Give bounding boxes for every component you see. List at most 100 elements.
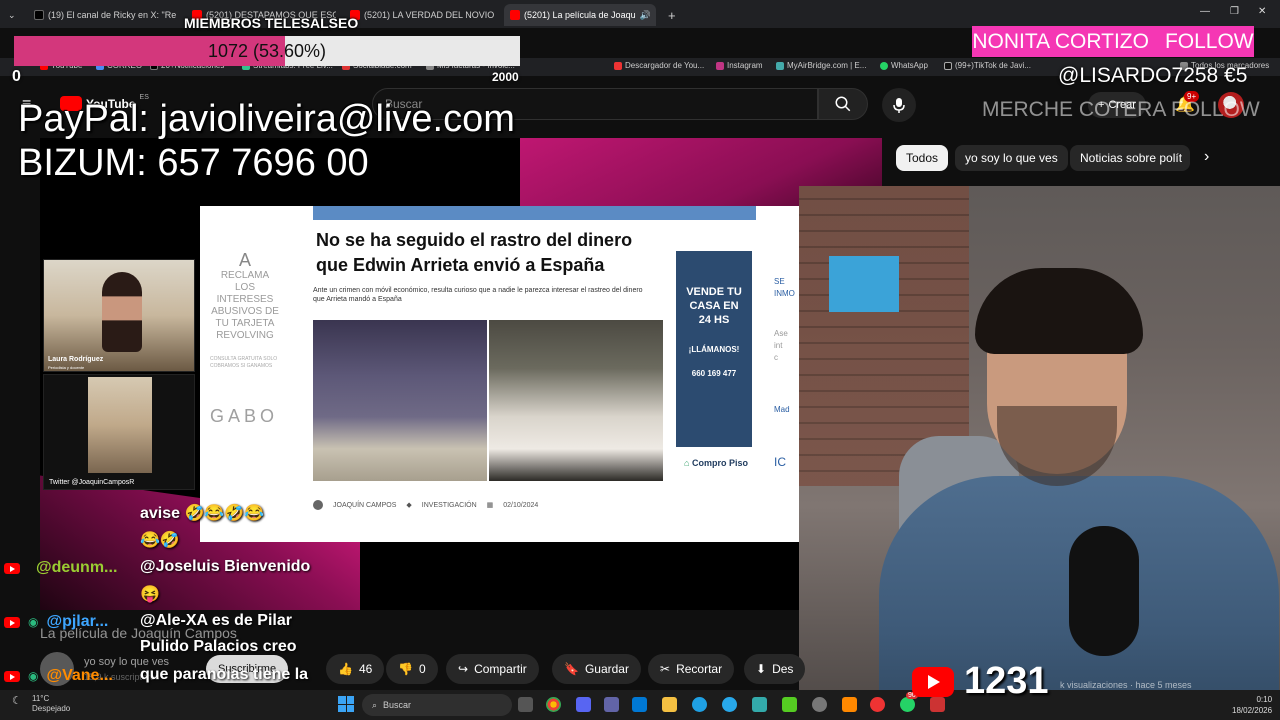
weather-widget[interactable]: ☾ 11°C Despejado bbox=[12, 694, 70, 714]
right-ad: VENDE TU CASA EN 24 HS ¡LLÁMANOS! 660 16… bbox=[676, 251, 752, 447]
clock-date: 18/02/2026 bbox=[1232, 706, 1273, 715]
browser-tab-active[interactable]: (5201) La película de Joaqu 🔊 ✕ bbox=[504, 4, 656, 26]
system-clock[interactable]: 0:10 18/02/2026 bbox=[1232, 694, 1272, 716]
chat-username: @Vane... bbox=[46, 667, 113, 684]
article-screenshot: A RECLAMA LOS INTERESES ABUSIVOS DE TU T… bbox=[200, 206, 800, 542]
file-explorer-icon[interactable] bbox=[662, 697, 677, 712]
article-lede: Ante un crimen con móvil económico, resu… bbox=[313, 287, 643, 303]
voice-search-button[interactable] bbox=[882, 88, 916, 122]
app-icon[interactable] bbox=[812, 697, 827, 712]
telegram-icon[interactable] bbox=[722, 697, 737, 712]
bookmark[interactable]: Instagram bbox=[716, 61, 763, 70]
bizum-text: BIZUM: 657 7696 00 bbox=[18, 142, 369, 184]
member-badge-icon: ◉ bbox=[28, 669, 39, 683]
members-goal-bar: 1072 (53.60%) bbox=[14, 36, 520, 66]
outlook-icon[interactable] bbox=[632, 697, 647, 712]
follow-label: FOLLOW bbox=[1164, 29, 1254, 53]
members-goal-max: 2000 bbox=[492, 70, 519, 84]
members-goal-min: 0 bbox=[12, 68, 21, 85]
tab-title: (19) El canal de Ricky en X: "Re bbox=[48, 10, 177, 20]
weather-temp: 11°C bbox=[32, 694, 50, 703]
discord-icon[interactable] bbox=[576, 697, 591, 712]
members-goal-title: MIEMBROS TELESALSEO bbox=[184, 15, 359, 31]
guest-handle: Twitter @JoaquinCamposR bbox=[49, 479, 135, 486]
member-badge-icon: ◉ bbox=[28, 615, 39, 629]
chevron-right-icon[interactable]: › bbox=[1204, 148, 1209, 166]
house-icon: ⌂ bbox=[684, 458, 690, 468]
whatsapp-icon bbox=[880, 61, 888, 70]
bookmark[interactable]: Descargador de You... bbox=[614, 61, 704, 70]
microphone bbox=[1069, 526, 1139, 656]
bookmark[interactable]: (99+)TikTok de Javi... bbox=[944, 61, 1031, 70]
bookmark-icon: 🔖 bbox=[564, 662, 579, 676]
share-button[interactable]: ↪ Compartir bbox=[446, 654, 539, 684]
app-icon[interactable] bbox=[870, 697, 885, 712]
viewer-count: 1231 bbox=[964, 660, 1049, 702]
windows-start-icon[interactable] bbox=[338, 696, 354, 712]
bookmark-label: WhatsApp bbox=[891, 61, 928, 70]
task-view-icon[interactable] bbox=[518, 697, 533, 712]
tiktok-icon bbox=[944, 61, 952, 70]
guest-webcam: Laura Rodríguez Periodista y docente bbox=[43, 259, 195, 372]
teams-icon[interactable] bbox=[604, 697, 619, 712]
bookmark[interactable]: MyAirBridge.com | E... bbox=[776, 61, 866, 70]
like-button[interactable]: 👍 46 bbox=[326, 654, 385, 684]
chat-message: @Joseluis Bienvenido bbox=[140, 558, 311, 575]
ad-small-text: CONSULTA GRATUITA SOLO COBRAMOS SI GANAM… bbox=[210, 356, 278, 369]
author-name: JOAQUÍN CAMPOS bbox=[333, 501, 397, 509]
bookmark-label: MyAirBridge.com | E... bbox=[787, 61, 867, 70]
chip-news[interactable]: Noticias sobre polít bbox=[1070, 145, 1190, 171]
close-window-button[interactable]: ✕ bbox=[1258, 6, 1266, 17]
paypal-text: PayPal: javioliveira@live.com bbox=[18, 98, 515, 140]
cut-text: Mad bbox=[774, 405, 790, 414]
chat-emoji: 😝 bbox=[140, 586, 160, 603]
chip-todos[interactable]: Todos bbox=[896, 145, 949, 171]
article-photo-group-dinner bbox=[313, 320, 487, 481]
clip-button[interactable]: ✂ Recortar bbox=[648, 654, 735, 684]
x-logo-icon bbox=[34, 10, 44, 20]
guest-webcam: Twitter @JoaquinCamposR bbox=[43, 374, 195, 490]
chat-text: avise bbox=[140, 505, 181, 522]
article-section: INVESTIGACIÓN bbox=[421, 501, 477, 509]
ad-phone: 660 169 477 bbox=[691, 369, 737, 378]
bookmark-label: Descargador de You... bbox=[625, 61, 705, 70]
ad-text: RECLAMA LOS INTERESES ABUSIVOS DE TU TAR… bbox=[211, 270, 279, 341]
chat-message: avise 🤣😂🤣😂 bbox=[140, 503, 264, 523]
chat-message: que paranoias tiene la bbox=[140, 666, 309, 683]
app-icon[interactable] bbox=[842, 697, 857, 712]
maximize-button[interactable]: ❐ bbox=[1230, 6, 1239, 17]
chat-message: 😂🤣 bbox=[140, 530, 180, 550]
chip-channel[interactable]: yo soy lo que ves bbox=[955, 145, 1068, 171]
follow-alert-faded: MERCHE COTERA FOLLOW bbox=[982, 98, 1260, 121]
plus-icon: + bbox=[668, 7, 676, 23]
tab-list-button[interactable]: ⌄ bbox=[2, 4, 24, 26]
search-icon bbox=[835, 96, 851, 112]
screen: ⌄ (19) El canal de Ricky en X: "Re ✕ (52… bbox=[0, 0, 1280, 720]
ad-logo: A bbox=[238, 250, 251, 270]
cut-text: Ase bbox=[774, 329, 788, 338]
browser-tab[interactable]: (19) El canal de Ricky en X: "Re ✕ bbox=[28, 4, 178, 26]
dislike-button[interactable]: 👎 0 bbox=[386, 654, 438, 684]
app-icon[interactable] bbox=[782, 697, 797, 712]
new-tab-button[interactable]: + bbox=[662, 4, 682, 26]
chrome-icon[interactable] bbox=[546, 697, 561, 712]
right-cut-text: SE INMO Ase int c Mad IC bbox=[774, 276, 795, 468]
app-icon[interactable] bbox=[752, 697, 767, 712]
tag-icon: ◆ bbox=[406, 502, 412, 509]
browser-tab[interactable]: (5201) LA VERDAD DEL NOVIO ✕ bbox=[344, 4, 498, 26]
chat-username: @pjlar... bbox=[46, 613, 109, 630]
close-icon[interactable]: ✕ bbox=[655, 10, 656, 21]
download-label: Des bbox=[772, 662, 794, 676]
thumbs-down-icon: 👎 bbox=[398, 662, 413, 676]
search-button[interactable] bbox=[818, 88, 868, 120]
chat-row: ◉ @Vane... bbox=[0, 663, 113, 689]
edge-icon[interactable] bbox=[692, 697, 707, 712]
bookmark[interactable]: WhatsApp bbox=[880, 61, 928, 70]
share-label: Compartir bbox=[474, 662, 527, 676]
download-button[interactable]: ⬇ Des bbox=[744, 654, 806, 684]
save-button[interactable]: 🔖 Guardar bbox=[552, 654, 641, 684]
minimize-button[interactable]: — bbox=[1200, 6, 1210, 17]
chat-username: @deunm... bbox=[36, 559, 118, 576]
taskbar-search[interactable]: ⌕ Buscar bbox=[362, 694, 512, 716]
guest-figure bbox=[88, 377, 152, 473]
